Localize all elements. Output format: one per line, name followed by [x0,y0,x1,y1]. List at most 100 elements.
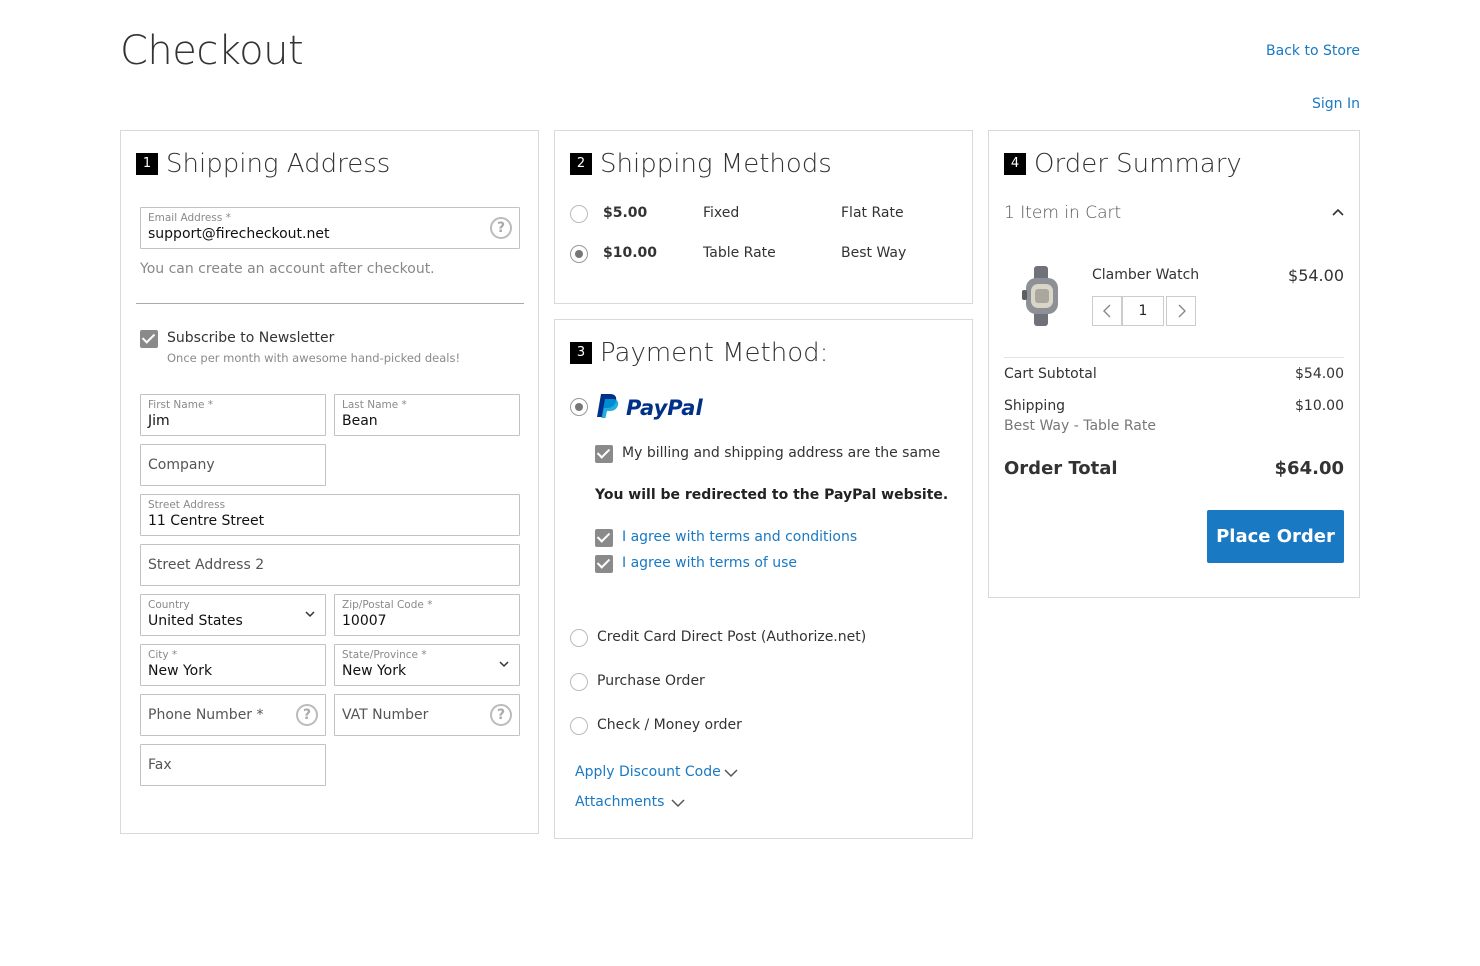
order-summary-heading: 4 Order Summary [1004,149,1242,179]
email-label: Email Address * [148,212,231,224]
chevron-right-icon [1178,304,1186,318]
terms-of-use-checkbox[interactable] [595,555,613,573]
same-address-label: My billing and shipping address are the … [622,445,941,461]
shipping-option-price: $5.00 [603,205,648,221]
step-badge: 1 [136,153,158,175]
newsletter-checkbox[interactable] [140,330,158,348]
purchase-order-label: Purchase Order [597,673,705,689]
chevron-down-icon [305,611,315,618]
zip-label: Zip/Postal Code * [342,599,433,611]
zip-value: 10007 [342,613,387,629]
state-label: State/Province * [342,649,427,661]
help-icon[interactable]: ? [490,217,512,239]
phone-field[interactable]: Phone Number * ? [140,694,326,736]
street-address-field[interactable]: Street Address 11 Centre Street [140,494,520,536]
phone-placeholder: Phone Number * [148,707,264,723]
subtotal-label: Cart Subtotal [1004,366,1097,382]
paypal-logo-text: PayPal [626,396,703,420]
state-select[interactable]: State/Province * New York [334,644,520,686]
section-title: Payment Method: [600,338,829,368]
shipping-value: $10.00 [1295,398,1344,414]
email-value: support@firecheckout.net [148,226,330,242]
country-label: Country [148,599,190,611]
last-name-value: Bean [342,413,378,429]
order-summary-panel: 4 Order Summary 1 Item in Cart Clamber W… [988,130,1360,598]
terms-of-use-link[interactable]: I agree with terms of use [622,555,797,571]
purchase-order-radio[interactable] [570,673,588,691]
order-total-label: Order Total [1004,458,1118,479]
zip-field[interactable]: Zip/Postal Code * 10007 [334,594,520,636]
street-address-2-field[interactable]: Street Address 2 [140,544,520,586]
page-title: Checkout [120,28,304,74]
credit-card-label: Credit Card Direct Post (Authorize.net) [597,629,867,645]
place-order-button[interactable]: Place Order [1207,510,1344,563]
shipping-option-radio[interactable] [570,245,588,263]
street-address-value: 11 Centre Street [148,513,265,529]
shipping-methods-heading: 2 Shipping Methods [570,149,832,179]
company-field[interactable]: Company [140,444,326,486]
divider [1004,357,1344,358]
chevron-down-icon[interactable] [671,798,685,808]
section-title: Order Summary [1034,149,1242,179]
items-in-cart-toggle[interactable]: 1 Item in Cart [1004,203,1121,223]
fax-field[interactable]: Fax [140,744,326,786]
vat-field[interactable]: VAT Number ? [334,694,520,736]
fax-placeholder: Fax [148,757,172,773]
shipping-option-carrier: Best Way [841,245,907,261]
qty-input[interactable]: 1 [1122,296,1164,326]
back-to-store-link[interactable]: Back to Store [1266,43,1360,59]
product-thumbnail [1022,266,1058,326]
email-field[interactable]: Email Address * support@firecheckout.net… [140,207,520,249]
first-name-field[interactable]: First Name * Jim [140,394,326,436]
first-name-label: First Name * [148,399,213,411]
credit-card-radio[interactable] [570,629,588,647]
chevron-down-icon[interactable] [724,768,738,778]
country-value: United States [148,613,243,629]
step-badge: 2 [570,153,592,175]
shipping-address-panel: 1 Shipping Address Email Address * suppo… [120,130,539,834]
last-name-field[interactable]: Last Name * Bean [334,394,520,436]
city-label: City * [148,649,178,661]
sign-in-link[interactable]: Sign In [1312,96,1360,112]
payment-method-panel: 3 Payment Method: PayPal My billing and … [554,319,973,839]
attachments-link[interactable]: Attachments [575,794,664,810]
section-title: Shipping Methods [600,149,832,179]
shipping-label: Shipping [1004,398,1066,414]
shipping-option-method: Table Rate [703,245,776,261]
chevron-up-icon[interactable] [1332,208,1344,216]
step-badge: 3 [570,342,592,364]
shipping-method-label: Best Way - Table Rate [1004,418,1156,434]
qty-increase-button[interactable] [1166,296,1196,326]
first-name-value: Jim [148,413,170,429]
street-address-2-placeholder: Street Address 2 [148,557,265,573]
paypal-radio[interactable] [570,398,588,416]
section-title: Shipping Address [166,149,391,179]
help-icon[interactable]: ? [490,704,512,726]
city-field[interactable]: City * New York [140,644,326,686]
item-price: $54.00 [1288,266,1344,285]
divider [136,303,524,304]
shipping-option-radio[interactable] [570,205,588,223]
paypal-redirect-note: You will be redirected to the PayPal web… [595,487,949,503]
country-select[interactable]: Country United States [140,594,326,636]
qty-value: 1 [1138,303,1148,319]
company-placeholder: Company [148,457,215,473]
city-value: New York [148,663,213,679]
shipping-methods-panel: 2 Shipping Methods $5.00 Fixed Flat Rate… [554,130,973,304]
last-name-label: Last Name * [342,399,407,411]
check-money-order-label: Check / Money order [597,717,742,733]
newsletter-label: Subscribe to Newsletter [167,330,335,346]
apply-discount-link[interactable]: Apply Discount Code [575,764,721,780]
help-icon[interactable]: ? [296,704,318,726]
step-badge: 4 [1004,153,1026,175]
same-address-checkbox[interactable] [595,445,613,463]
qty-decrease-button[interactable] [1092,296,1122,326]
chevron-left-icon [1103,304,1111,318]
state-value: New York [342,663,407,679]
street-address-label: Street Address [148,499,226,511]
check-money-order-radio[interactable] [570,717,588,735]
paypal-logo-icon [597,394,619,418]
terms-checkbox[interactable] [595,529,613,547]
shipping-option-carrier: Flat Rate [841,205,904,221]
terms-link[interactable]: I agree with terms and conditions [622,529,857,545]
